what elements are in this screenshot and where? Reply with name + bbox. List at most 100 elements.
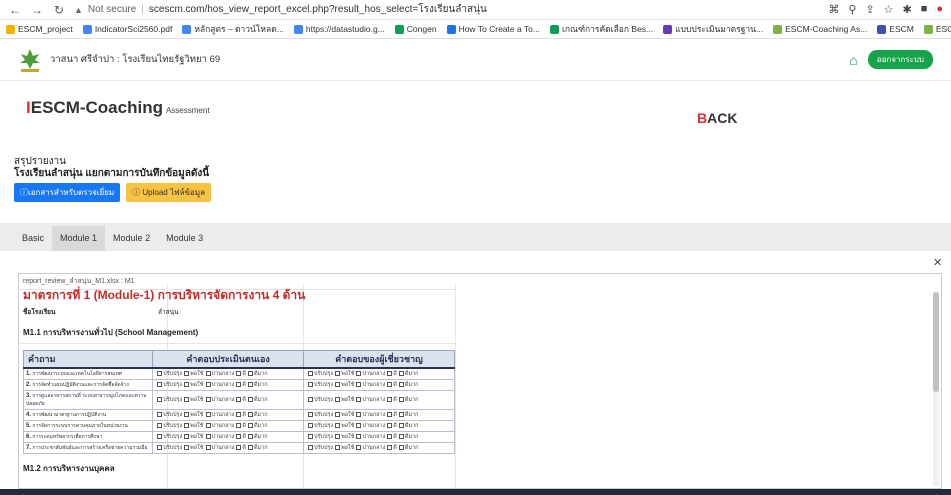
checkbox[interactable]: [205, 397, 211, 403]
reload-icon[interactable]: ↻: [52, 3, 66, 17]
profile-icon[interactable]: ●: [936, 3, 943, 16]
checkbox[interactable]: [387, 382, 393, 388]
checkbox[interactable]: [308, 423, 314, 429]
tab-basic[interactable]: Basic: [14, 226, 52, 251]
checkbox[interactable]: [398, 382, 404, 388]
checkbox[interactable]: [398, 423, 404, 429]
checkbox[interactable]: [387, 412, 393, 418]
checkbox[interactable]: [398, 412, 404, 418]
bookmark-item[interactable]: เกณฑ์การคัดเลือก Bes...: [550, 22, 653, 36]
checkbox[interactable]: [157, 397, 163, 403]
checkbox[interactable]: [205, 371, 211, 377]
checkbox[interactable]: [356, 382, 362, 388]
checkbox[interactable]: [356, 445, 362, 451]
checkbox[interactable]: [247, 445, 253, 451]
checkbox[interactable]: [335, 445, 341, 451]
checkbox[interactable]: [205, 445, 211, 451]
checkbox[interactable]: [308, 434, 314, 440]
checkbox[interactable]: [398, 434, 404, 440]
bookmark-item[interactable]: Congen: [394, 24, 437, 34]
checkbox[interactable]: [157, 412, 163, 418]
bookmark-item[interactable]: ESCM_project: [6, 24, 73, 34]
checkbox[interactable]: [205, 434, 211, 440]
checkbox[interactable]: [356, 423, 362, 429]
checkbox[interactable]: [157, 382, 163, 388]
checkbox[interactable]: [236, 382, 242, 388]
checkbox[interactable]: [356, 434, 362, 440]
checkbox[interactable]: [387, 397, 393, 403]
checkbox[interactable]: [236, 412, 242, 418]
checkbox[interactable]: [205, 382, 211, 388]
bookmark-item[interactable]: ESCM-Coaching As...: [773, 24, 867, 34]
back-arrow-icon[interactable]: ←: [8, 3, 22, 17]
bookmark-item[interactable]: แบบประเมินมาตรฐาน...: [663, 22, 763, 36]
logout-button[interactable]: ออกจากระบบ: [867, 50, 933, 69]
bookmark-item[interactable]: ESCM-Coaching As...: [923, 24, 951, 34]
checkbox[interactable]: [356, 397, 362, 403]
address-bar[interactable]: ▲ Not secure | scescm.com/hos_view_repor…: [74, 2, 820, 18]
checkbox[interactable]: [335, 423, 341, 429]
checkbox[interactable]: [308, 397, 314, 403]
share-icon[interactable]: ⇪: [865, 3, 874, 16]
checkbox[interactable]: [387, 434, 393, 440]
checkbox[interactable]: [387, 371, 393, 377]
checkbox[interactable]: [335, 434, 341, 440]
bookmark-item[interactable]: https://datastudio.g...: [293, 24, 385, 34]
checkbox[interactable]: [184, 382, 190, 388]
checkbox[interactable]: [308, 445, 314, 451]
extensions-icon[interactable]: ✱: [902, 3, 911, 16]
checkbox[interactable]: [398, 397, 404, 403]
checkbox[interactable]: [236, 423, 242, 429]
back-button[interactable]: BACK: [697, 110, 737, 126]
checkbox[interactable]: [335, 397, 341, 403]
bookmark-star-icon[interactable]: ☆: [884, 3, 894, 16]
checkbox[interactable]: [184, 412, 190, 418]
checkbox[interactable]: [157, 423, 163, 429]
checkbox[interactable]: [236, 434, 242, 440]
forward-arrow-icon[interactable]: →: [30, 3, 44, 17]
scrollbar-thumb[interactable]: [933, 292, 939, 392]
home-icon[interactable]: ⌂: [849, 52, 857, 68]
checkbox[interactable]: [247, 382, 253, 388]
documents-button[interactable]: ⓘเอกสารสำหรับตรวจเยี่ยม: [14, 183, 121, 202]
checkbox[interactable]: [398, 371, 404, 377]
checkbox[interactable]: [184, 397, 190, 403]
checkbox[interactable]: [184, 434, 190, 440]
bookmark-item[interactable]: หลักสูตร – ดาวน์โหลด...: [182, 22, 284, 36]
zoom-icon[interactable]: ⚲: [848, 3, 856, 16]
checkbox[interactable]: [205, 412, 211, 418]
checkbox[interactable]: [398, 445, 404, 451]
checkbox[interactable]: [205, 423, 211, 429]
checkbox[interactable]: [335, 412, 341, 418]
bookmark-item[interactable]: ESCM: [877, 24, 914, 34]
window-icon[interactable]: ■: [921, 3, 928, 16]
checkbox[interactable]: [387, 423, 393, 429]
bookmark-item[interactable]: How To Create a To...: [446, 24, 540, 34]
close-icon[interactable]: ✕: [933, 256, 942, 269]
checkbox[interactable]: [184, 371, 190, 377]
upload-button[interactable]: ⓘ Upload ไฟล์ข้อมูล: [126, 183, 211, 202]
checkbox[interactable]: [184, 423, 190, 429]
checkbox[interactable]: [247, 412, 253, 418]
checkbox[interactable]: [356, 412, 362, 418]
checkbox[interactable]: [356, 371, 362, 377]
checkbox[interactable]: [236, 445, 242, 451]
checkbox[interactable]: [157, 445, 163, 451]
checkbox[interactable]: [308, 382, 314, 388]
checkbox[interactable]: [335, 371, 341, 377]
checkbox[interactable]: [236, 371, 242, 377]
checkbox[interactable]: [335, 382, 341, 388]
checkbox[interactable]: [247, 423, 253, 429]
tab-module-3[interactable]: Module 3: [158, 226, 211, 251]
checkbox[interactable]: [157, 371, 163, 377]
tab-module-2[interactable]: Module 2: [105, 226, 158, 251]
checkbox[interactable]: [308, 412, 314, 418]
checkbox[interactable]: [247, 397, 253, 403]
checkbox[interactable]: [157, 434, 163, 440]
tab-module-1[interactable]: Module 1: [52, 226, 106, 251]
checkbox[interactable]: [236, 397, 242, 403]
checkbox[interactable]: [247, 434, 253, 440]
checkbox[interactable]: [387, 445, 393, 451]
checkbox[interactable]: [247, 371, 253, 377]
bookmark-item[interactable]: IndicatorSci2560.pdf: [82, 24, 172, 34]
